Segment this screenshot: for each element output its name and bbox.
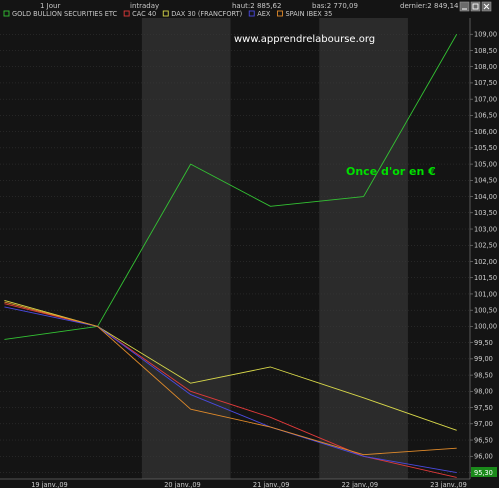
legend-label: DAX 30 (FRANCFORT): [171, 10, 242, 18]
y-tick-label: 103,00: [474, 225, 497, 233]
y-tick-label: 101,00: [474, 290, 497, 298]
y-tick-label: 104,00: [474, 193, 497, 201]
chart: 95,5096,0096,5097,0097,5098,0098,5099,00…: [0, 0, 499, 488]
legend-label: AEX: [257, 10, 271, 18]
y-tick-label: 97,00: [474, 420, 493, 428]
x-tick-label: 21 janv.,09: [253, 481, 290, 488]
y-tick-label: 99,50: [474, 339, 493, 347]
chart-background: [0, 0, 499, 488]
y-tick-label: 103,50: [474, 209, 497, 217]
y-tick-label: 104,50: [474, 177, 497, 185]
chart-annotation: Once d'or en €: [346, 165, 436, 178]
header-high: haut:2 885,62: [232, 2, 281, 10]
maximize-button[interactable]: [470, 1, 481, 12]
legend-label: SPAIN IBEX 35: [285, 10, 332, 18]
header-mode: intraday: [130, 2, 159, 10]
y-tick-label: 108,50: [474, 47, 497, 55]
last-value-text: 95,30: [474, 469, 493, 477]
day-band: [319, 18, 408, 479]
watermark: www.apprendrelabourse.org: [234, 34, 375, 45]
y-tick-label: 97,50: [474, 404, 493, 412]
y-tick-label: 100,50: [474, 306, 497, 314]
y-tick-label: 107,50: [474, 79, 497, 87]
y-tick-label: 102,00: [474, 258, 497, 266]
y-tick-label: 105,50: [474, 144, 497, 152]
x-tick-label: 20 janv.,09: [164, 481, 201, 488]
chart-canvas: 95,5096,0096,5097,0097,5098,0098,5099,00…: [0, 0, 499, 488]
y-tick-label: 105,00: [474, 160, 497, 168]
y-tick-label: 107,00: [474, 95, 497, 103]
x-tick-label: 23 janv.,09: [430, 481, 467, 488]
y-tick-label: 98,50: [474, 371, 493, 379]
header-low: bas:2 770,09: [312, 2, 358, 10]
y-tick-label: 109,00: [474, 31, 497, 39]
day-band: [141, 18, 231, 479]
y-tick-label: 102,50: [474, 242, 497, 250]
y-tick-label: 100,00: [474, 323, 497, 331]
y-tick-label: 96,50: [474, 436, 493, 444]
header-last: dernier:2 849,14: [400, 2, 459, 10]
y-tick-label: 106,00: [474, 128, 497, 136]
y-tick-label: 108,00: [474, 63, 497, 71]
x-tick-label: 19 janv.,09: [31, 481, 68, 488]
y-tick-label: 99,00: [474, 355, 493, 363]
minimize-button[interactable]: [459, 1, 470, 12]
y-tick-label: 106,50: [474, 112, 497, 120]
x-tick-label: 22 janv.,09: [342, 481, 379, 488]
legend-label: CAC 40: [132, 10, 156, 18]
y-tick-label: 96,00: [474, 453, 493, 461]
header-period: 1 Jour: [40, 2, 60, 10]
y-tick-label: 101,50: [474, 274, 497, 282]
y-tick-label: 98,00: [474, 388, 493, 396]
legend-label: GOLD BULLION SECURITIES ETC: [12, 10, 118, 18]
